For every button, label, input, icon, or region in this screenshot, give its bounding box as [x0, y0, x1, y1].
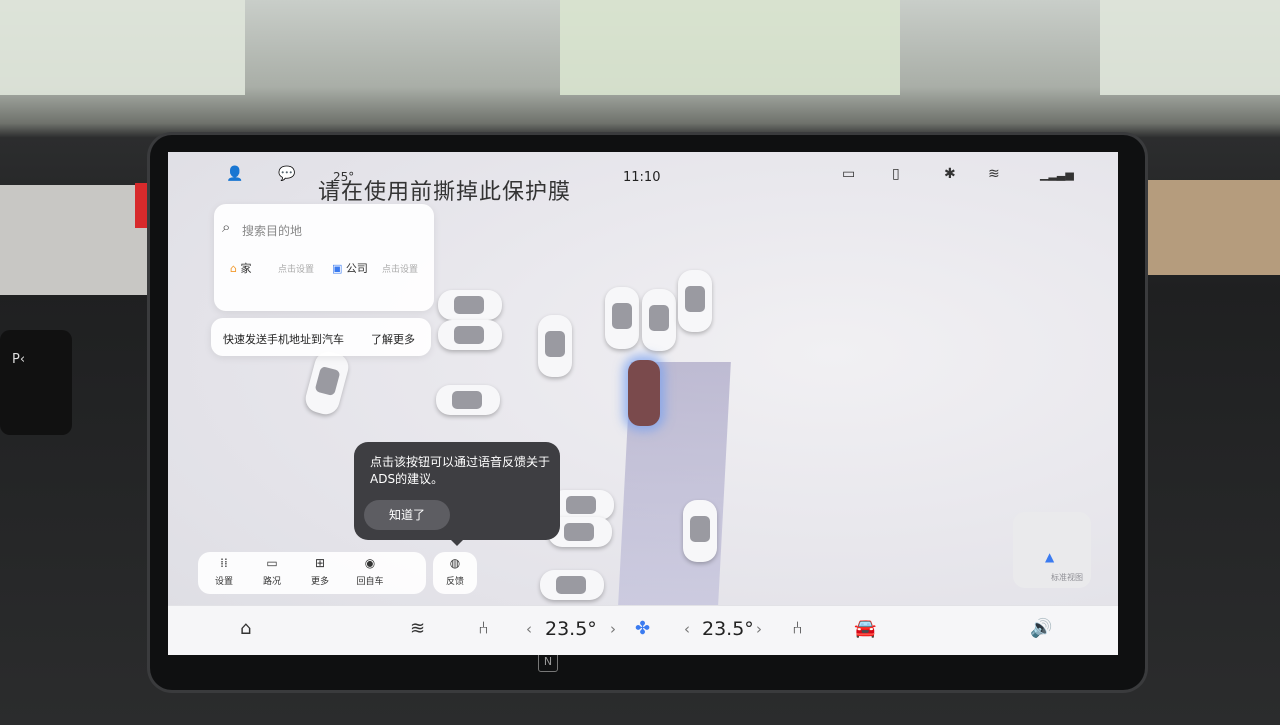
nfc-icon: N — [538, 652, 558, 672]
locate-icon: ◉ — [364, 556, 376, 570]
settings-label: 设置 — [214, 577, 233, 587]
parked-car — [302, 348, 352, 418]
left-temp-up[interactable]: › — [610, 620, 616, 638]
navigation-arrow-icon: ▲ — [1045, 550, 1055, 564]
clock: 11:10 — [623, 170, 661, 185]
defrost-icon[interactable]: ≋ — [410, 618, 425, 639]
traffic-icon: ▭ — [266, 556, 278, 570]
parked-car — [438, 320, 502, 350]
send-address-card[interactable]: 快速发送手机地址到汽车 了解更多 — [211, 318, 431, 356]
bottom-dock: ⌂ ≋ ⑃ ‹ 23.5° › ✤ ‹ 23.5° › ⑃ 🚘 🔊 — [168, 605, 1118, 655]
traffic-button[interactable]: ▭ 路况 — [250, 556, 294, 587]
minimap-label: 标准视图 — [1051, 573, 1083, 582]
car-icon[interactable]: 🚘 — [854, 618, 876, 639]
user-icon[interactable]: 👤 — [226, 166, 243, 182]
briefcase-icon: ▣ — [332, 262, 343, 275]
voice-feedback-icon: ◍ — [449, 556, 461, 570]
wifi-icon[interactable]: ≋ — [988, 166, 1000, 182]
home-label: 家 — [240, 262, 252, 275]
parked-car — [642, 289, 676, 351]
send-address-text: 快速发送手机地址到汽车 — [223, 333, 344, 346]
message-icon[interactable]: 💬 — [278, 166, 295, 182]
feedback-label: 反馈 — [445, 577, 464, 587]
parked-car — [538, 315, 572, 377]
back-to-car-label: 回自车 — [356, 577, 384, 587]
parked-car — [683, 500, 717, 562]
ego-vehicle — [628, 360, 660, 426]
work-hint: 点击设置 — [382, 265, 419, 275]
map-toolbar: ⁞⁞ 设置 ▭ 路况 ⊞ 更多 ◉ 回自车 — [198, 552, 426, 594]
minimap[interactable]: ▲ 标准视图 — [1013, 512, 1091, 588]
tooltip-arrow — [449, 538, 465, 546]
learn-more-link[interactable]: 了解更多 — [371, 331, 415, 347]
traffic-label: 路况 — [262, 577, 281, 587]
seat-heat-icon[interactable]: ⑃ — [792, 618, 803, 639]
window-light-left — [0, 0, 245, 95]
tooltip-text: 点击该按钮可以通过语音反馈关于ADS的建议。 — [370, 455, 551, 486]
camera-icon[interactable]: ▭ — [842, 166, 855, 182]
work-shortcut[interactable]: ▣ 公司 — [332, 260, 368, 276]
home-icon: ⌂ — [230, 262, 237, 275]
status-bar: 👤 💬 25° 11:10 ▭ ▯ ✱ ≋ ▁▂▃▅ — [168, 152, 1118, 197]
got-it-button[interactable]: 知道了 — [364, 500, 450, 530]
search-icon: ⌕ — [222, 218, 231, 236]
home-hint: 点击设置 — [278, 265, 315, 275]
seat-icon[interactable]: ⑃ — [478, 618, 489, 639]
right-temperature: 23.5° — [702, 618, 754, 640]
vibrate-icon[interactable]: ▯ — [892, 166, 900, 182]
back-to-car-button[interactable]: ◉ 回自车 — [348, 556, 392, 587]
search-input[interactable]: 搜索目的地 — [242, 222, 302, 239]
settings-icon: ⁞⁞ — [220, 556, 228, 570]
home-shortcut[interactable]: ⌂ 家 — [230, 260, 251, 276]
parked-car — [540, 570, 604, 600]
bluetooth-off-icon[interactable]: ✱ — [944, 166, 956, 182]
volume-icon[interactable]: 🔊 — [1030, 618, 1052, 639]
right-temp-down[interactable]: ‹ — [684, 620, 690, 638]
work-label: 公司 — [345, 262, 368, 275]
car-screen: 👤 💬 25° 11:10 ▭ ▯ ✱ ≋ ▁▂▃▅ 请在使用前撕掉此保护膜 ⌕… — [168, 152, 1118, 655]
parked-car — [678, 270, 712, 332]
feedback-tooltip: 点击该按钮可以通过语音反馈关于ADS的建议。 知道了 — [354, 442, 560, 546]
parked-car — [436, 385, 500, 415]
more-label: 更多 — [310, 577, 329, 587]
left-temperature: 23.5° — [545, 618, 597, 640]
grid-icon: ⊞ — [314, 556, 326, 570]
search-card: ⌕ 搜索目的地 ⌂ 家 点击设置 ▣ 公司 点击设置 — [214, 204, 434, 311]
window-light-center — [560, 0, 900, 95]
protective-film-notice: 请在使用前撕掉此保护膜 — [318, 180, 572, 205]
left-temp-down[interactable]: ‹ — [526, 620, 532, 638]
fan-icon[interactable]: ✤ — [635, 618, 650, 639]
gear-knob: P‹ — [0, 330, 72, 435]
home-icon[interactable]: ⌂ — [240, 618, 251, 639]
parked-car — [438, 290, 502, 320]
signal-icon: ▁▂▃▅ — [1040, 168, 1074, 181]
more-button[interactable]: ⊞ 更多 — [298, 556, 342, 587]
feedback-button[interactable]: ◍ 反馈 — [433, 552, 477, 594]
right-temp-up[interactable]: › — [756, 620, 762, 638]
parked-car — [605, 287, 639, 349]
window-light-right — [1100, 0, 1280, 95]
settings-button[interactable]: ⁞⁞ 设置 — [202, 556, 246, 587]
